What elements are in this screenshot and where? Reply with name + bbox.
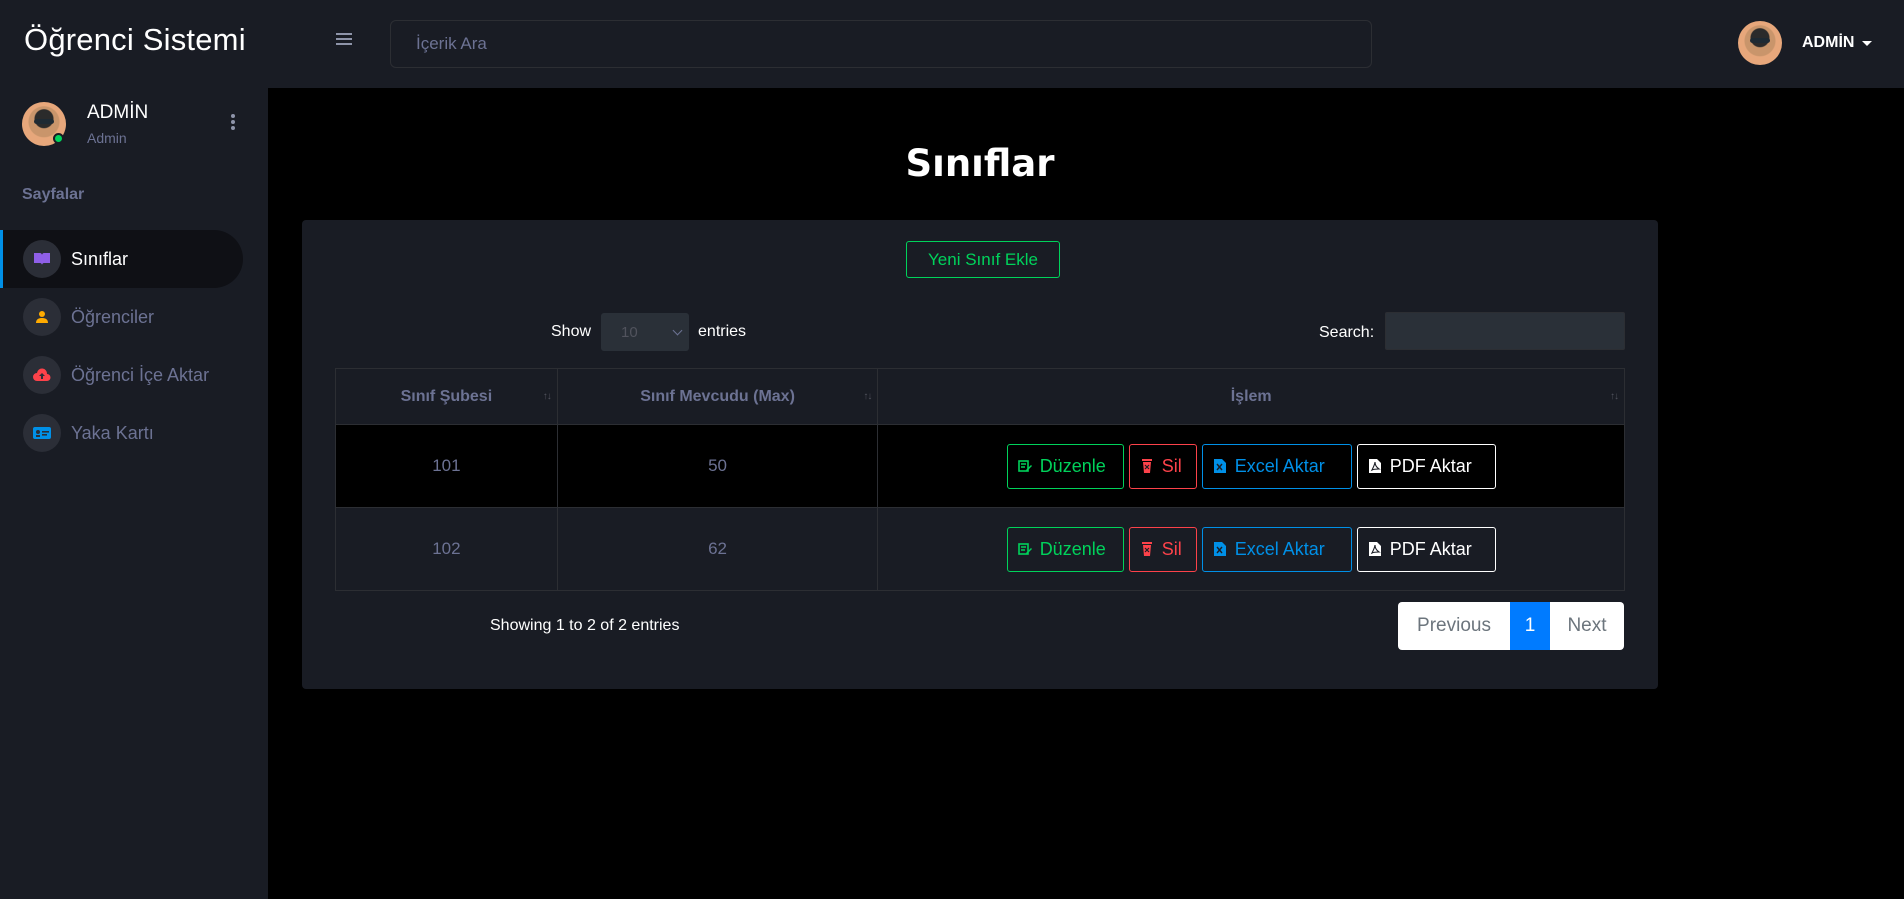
entries-label: entries: [698, 323, 747, 340]
id-card-icon: [23, 414, 61, 452]
trash-icon: [1141, 459, 1152, 473]
page-title: Sınıflar: [905, 142, 1055, 185]
entries-select[interactable]: 10: [601, 313, 690, 351]
table-search-input[interactable]: [1385, 312, 1625, 350]
pagination: Previous 1 Next: [1398, 602, 1624, 650]
table-row: 102 62 Düzenle Sil Excel Aktar PDF Aktar: [335, 507, 1625, 591]
classes-table: Sınıf Şubesi ↑↓ Sınıf Mevcudu (Max) ↑↓ İşl…: [335, 368, 1625, 591]
cell-sube: 101: [335, 424, 558, 508]
table-info: Showing 1 to 2 of 2 entries: [490, 617, 680, 634]
content-search-input[interactable]: [390, 20, 1372, 68]
sort-icon: ↑↓: [542, 391, 552, 402]
previous-page-button[interactable]: Previous: [1398, 602, 1510, 650]
sidebar-item-label: Yaka Kartı: [71, 422, 154, 443]
sidebar-item-ogrenciler[interactable]: Öğrenciler: [0, 288, 268, 346]
sidebar-item-label: Öğrenciler: [71, 306, 155, 327]
online-status-icon: [53, 133, 64, 144]
cloud-upload-icon: [23, 356, 61, 394]
cell-mevcut: 62: [556, 507, 879, 591]
cell-sube: 102: [335, 507, 558, 591]
table-search-label: Search:: [1319, 324, 1375, 341]
classes-card: Yeni Sınıf Ekle Show 10 entries Search: …: [302, 220, 1658, 689]
page-1-button[interactable]: 1: [1510, 602, 1550, 650]
column-header-islem[interactable]: İşlem ↑↓: [877, 368, 1625, 425]
edit-button[interactable]: Düzenle: [1006, 443, 1124, 489]
sidebar-nav: Sınıflar Öğrenciler Öğrenci İçe Aktar Ya…: [0, 230, 268, 462]
sidebar-user-name: ADMİN: [87, 102, 149, 123]
more-options-icon[interactable]: [230, 112, 236, 132]
excel-file-icon: [1213, 542, 1226, 556]
sidebar: ADMİN Admin Sayfalar Sınıflar Öğrenciler…: [0, 88, 268, 899]
excel-export-button[interactable]: Excel Aktar: [1201, 443, 1352, 489]
sidebar-item-ogrenci-ice-aktar[interactable]: Öğrenci İçe Aktar: [0, 346, 268, 404]
sidebar-user-role: Admin: [87, 130, 127, 146]
edit-button[interactable]: Düzenle: [1006, 526, 1124, 572]
show-label: Show: [551, 323, 592, 340]
trash-icon: [1141, 542, 1152, 556]
top-navbar: Öğrenci Sistemi ADMİN: [0, 0, 1904, 88]
add-class-button[interactable]: Yeni Sınıf Ekle: [906, 241, 1060, 278]
excel-file-icon: [1213, 459, 1226, 473]
table-row: 101 50 Düzenle Sil Excel Aktar PDF Aktar: [335, 424, 1625, 508]
column-header-mevcut[interactable]: Sınıf Mevcudu (Max) ↑↓: [556, 368, 879, 425]
pdf-file-icon: [1368, 459, 1381, 473]
edit-icon: [1017, 543, 1032, 555]
cell-mevcut: 50: [556, 424, 879, 508]
sidebar-profile: ADMİN Admin: [22, 102, 148, 146]
user-icon: [23, 298, 61, 336]
pdf-export-button[interactable]: PDF Aktar: [1356, 526, 1496, 572]
cell-actions: Düzenle Sil Excel Aktar PDF Aktar: [877, 424, 1625, 508]
sort-icon: ↑↓: [863, 391, 872, 402]
column-header-sube[interactable]: Sınıf Şubesi ↑↓: [335, 368, 558, 425]
avatar: [1738, 21, 1782, 65]
profile-name: ADMİN: [1802, 34, 1855, 51]
book-icon: [23, 240, 61, 278]
menu-toggle-icon[interactable]: [336, 30, 356, 54]
cell-actions: Düzenle Sil Excel Aktar PDF Aktar: [877, 507, 1625, 591]
brand-title[interactable]: Öğrenci Sistemi: [24, 22, 246, 58]
sidebar-item-siniflar[interactable]: Sınıflar: [0, 230, 243, 288]
entries-length-control: Show 10 entries: [551, 313, 746, 351]
pdf-export-button[interactable]: PDF Aktar: [1356, 443, 1496, 489]
pdf-file-icon: [1368, 542, 1381, 556]
entries-select-value: 10: [621, 323, 638, 341]
sort-icon: ↑↓: [1610, 391, 1619, 402]
edit-icon: [1017, 460, 1032, 472]
delete-button[interactable]: Sil: [1128, 443, 1197, 489]
sidebar-item-label: Öğrenci İçe Aktar: [71, 364, 210, 385]
table-header-row: Sınıf Şubesi ↑↓ Sınıf Mevcudu (Max) ↑↓ İşl…: [335, 368, 1625, 425]
excel-export-button[interactable]: Excel Aktar: [1201, 526, 1352, 572]
sidebar-item-label: Sınıflar: [71, 248, 129, 269]
sidebar-item-yaka-karti[interactable]: Yaka Kartı: [0, 404, 268, 462]
chevron-down-icon: [1862, 40, 1873, 46]
profile-dropdown[interactable]: ADMİN: [1738, 21, 1873, 65]
next-page-button[interactable]: Next: [1550, 602, 1624, 650]
delete-button[interactable]: Sil: [1128, 526, 1197, 572]
sidebar-section-title: Sayfalar: [22, 186, 85, 203]
